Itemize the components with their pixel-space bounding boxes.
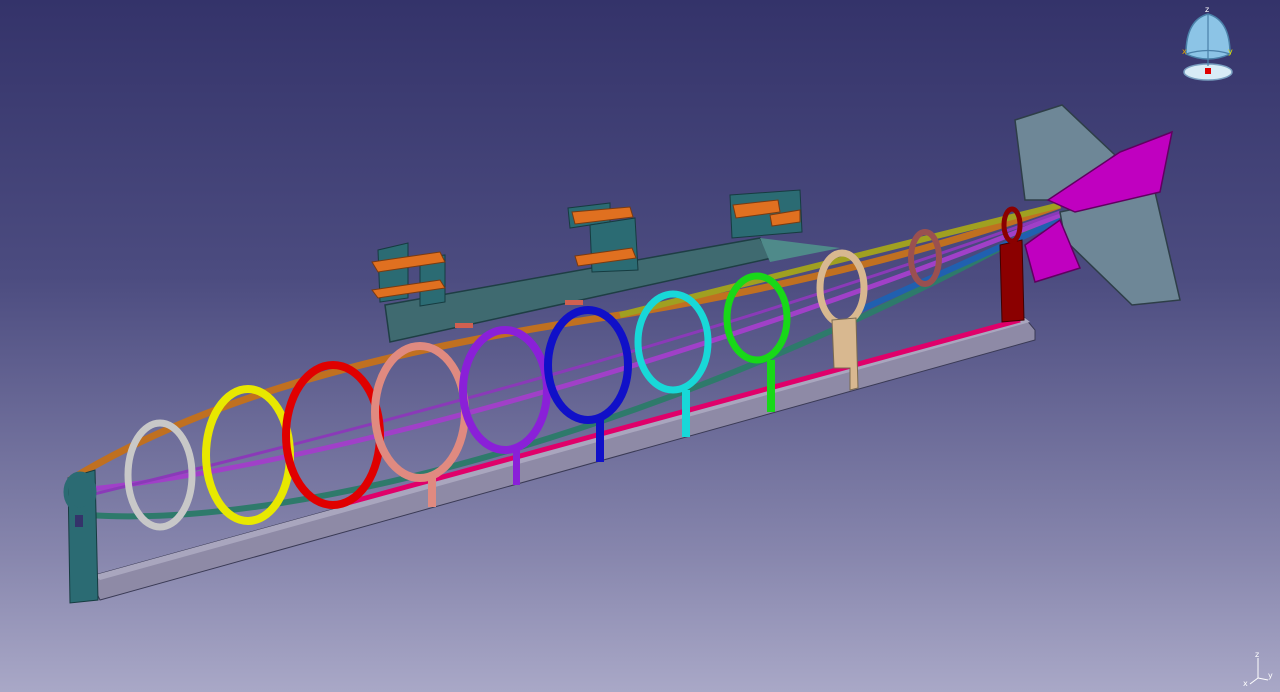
mini-axis-y: y (1268, 671, 1273, 680)
3d-viewport[interactable] (0, 0, 1280, 692)
compass-axis-x: x (1182, 47, 1187, 56)
stern-bulkhead (999, 206, 1025, 323)
compass-axis-z: z (1205, 5, 1209, 14)
bow-bulkhead (63, 469, 99, 604)
mini-axis-x: x (1243, 679, 1248, 688)
mount-bracket-3 (729, 189, 803, 239)
mount-bracket-2 (567, 202, 639, 273)
mini-axis-triad-icon: z x y (1243, 650, 1273, 688)
mount-bracket-1 (371, 242, 446, 307)
compass-axis-y: y (1228, 47, 1233, 56)
view-compass-icon[interactable]: z x y (1176, 2, 1240, 82)
mini-axis-z: z (1255, 650, 1259, 659)
